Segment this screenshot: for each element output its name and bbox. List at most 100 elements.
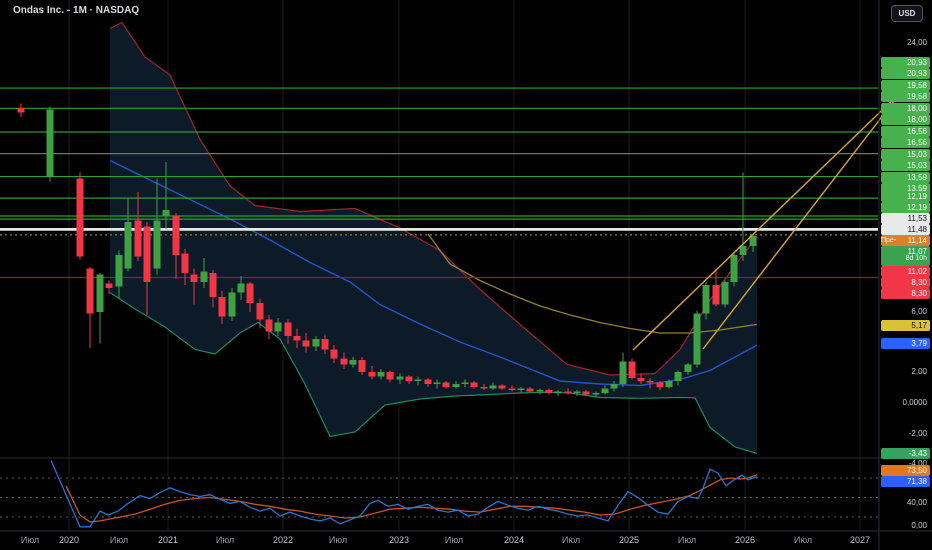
price-label-16_56: 16,56 (881, 126, 930, 137)
time-label-2024: 2024 (503, 535, 525, 545)
candle-body (396, 376, 404, 380)
price-label-2_00: 2,00 (911, 367, 927, 376)
candle-body (545, 390, 553, 393)
time-label-Июл: Июл (215, 535, 235, 545)
candle-body (730, 255, 738, 282)
candle-body (143, 226, 151, 282)
candle-body (190, 274, 198, 282)
price-label-11_53: 11,53 (881, 213, 930, 224)
candle-body (498, 385, 506, 389)
candle-body (414, 379, 422, 381)
candle-body (172, 216, 180, 255)
candle-body (349, 360, 357, 365)
candle-body (424, 379, 432, 384)
time-label-Июл: Июл (561, 535, 581, 545)
time-label-2023: 2023 (388, 535, 410, 545)
currency-toggle-button[interactable]: USD (891, 5, 923, 22)
candle-body (461, 382, 469, 384)
price-label-71_38: 71,38 (881, 476, 930, 487)
price-label-0_00: 0,00 (911, 521, 927, 530)
candle-body (368, 372, 376, 377)
price-label-11_14: Пре- 11,14 (881, 235, 930, 246)
time-label-Июл: Июл (444, 535, 464, 545)
price-label-11_07: 11,07 8d 10h (881, 246, 930, 266)
candle-body (582, 391, 590, 395)
candle-body (508, 388, 516, 390)
candle-body (665, 381, 673, 387)
yellow-trendline (702, 91, 902, 350)
candle-body (637, 378, 645, 381)
candle-body (124, 222, 132, 269)
candle-body (218, 297, 226, 317)
symbol-title[interactable]: Ondas Inc. - 1M · NASDAQ (13, 5, 139, 16)
price-label-6_00: 6,00 (911, 307, 927, 316)
candle-body (684, 364, 692, 372)
candle-body (105, 283, 113, 288)
candle-body (536, 390, 544, 392)
price-label-40_00: 40,00 (906, 498, 927, 507)
price-label-12_19: 12,19 (881, 202, 930, 213)
candle-body (405, 376, 413, 381)
price-label-11_48: 11,48 (881, 224, 930, 235)
chart-window: Ondas Inc. - 1M · NASDAQ USD 24,00 20,93 2… (0, 0, 932, 550)
candle-body (181, 253, 189, 273)
candle-body (646, 381, 654, 383)
price-label-19_58: 19,58 (881, 80, 930, 91)
price-label-0_0000: 0,0000 (902, 398, 927, 407)
price-label-73_50: 73,50 (881, 465, 930, 476)
price-label-11_02: 11,02 (881, 266, 930, 277)
time-label-2027: 2027 (849, 535, 871, 545)
candle-body (274, 322, 282, 332)
price-axis[interactable]: 24,00 20,93 20,93 19,58 19,58 18,00 18,00 16,56… (880, 0, 932, 550)
candle-body (265, 319, 273, 332)
candle-body (17, 108, 25, 113)
price-label-13_59: 13,59 (881, 172, 930, 183)
price-label-18_00: 18,00 (881, 114, 930, 125)
chart-canvas[interactable] (0, 0, 932, 550)
time-axis[interactable]: Июл 2020 Июл 2021 Июл 2022 Июл 2023 Июл 2024 Июл 20… (0, 532, 880, 550)
time-label-Июл: Июл (328, 535, 348, 545)
candle-body (554, 391, 562, 393)
candle-body (115, 255, 123, 287)
candle-body (433, 382, 441, 384)
time-label-Июл: Июл (20, 535, 40, 545)
candle-body (470, 382, 478, 387)
candle-body (358, 360, 366, 372)
candle-body (76, 178, 84, 257)
candle-body (592, 393, 600, 395)
candle-body (209, 273, 217, 297)
candle-body (162, 210, 170, 216)
candle-body (246, 283, 254, 303)
price-label-15_03: 15,03 (881, 149, 930, 160)
candle-body (330, 349, 338, 359)
candle-body (573, 391, 581, 393)
candle-body (302, 340, 310, 347)
candle-body (564, 391, 572, 393)
price-label-18_00: 18,00 (881, 103, 930, 114)
price-label-8_30: 8,30 (881, 288, 930, 299)
candle-body (601, 388, 609, 393)
candle-countdown: 8d 10h (905, 255, 927, 262)
candle-body (610, 384, 618, 389)
candle-body (674, 372, 682, 381)
time-label-2020: 2020 (58, 535, 80, 545)
price-label-20_93: 20,93 (881, 68, 930, 79)
candle-body (721, 282, 729, 305)
price-label-8_30: 8,30 (881, 277, 930, 288)
candle-body (526, 388, 534, 392)
yellow-trendline (632, 91, 902, 351)
price-label-12_19: 12,19 (881, 191, 930, 202)
candle-body (200, 271, 208, 282)
price-label-20_93: 20,93 (881, 57, 930, 68)
candle-body (293, 336, 301, 341)
time-label-Июл: Июл (677, 535, 697, 545)
price-label-15_03: 15,03 (881, 160, 930, 171)
candle-body (489, 385, 497, 389)
time-label-Июл: Июл (793, 535, 813, 545)
time-label-2022: 2022 (272, 535, 294, 545)
rsi-ma-line (65, 473, 758, 523)
candle-body (340, 358, 348, 365)
price-label--2_00: -2,00 (908, 429, 927, 438)
time-label-2021: 2021 (157, 535, 179, 545)
candle-body (284, 322, 292, 336)
